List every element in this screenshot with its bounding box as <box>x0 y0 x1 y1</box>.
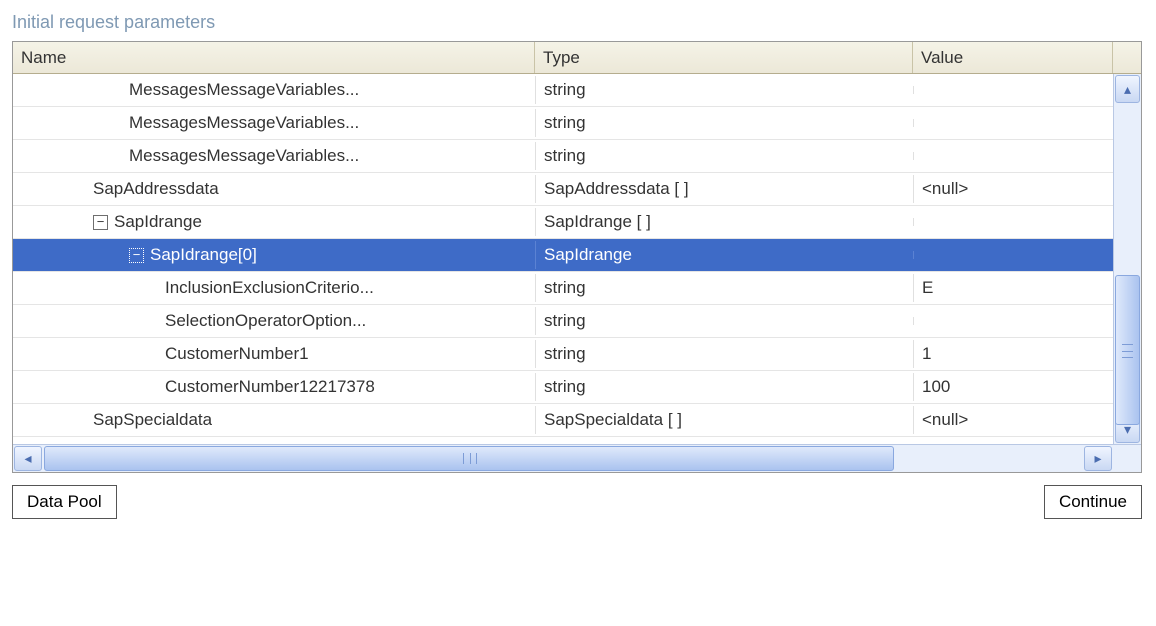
tree-expander-icon[interactable]: − <box>93 215 108 230</box>
vertical-scrollbar[interactable]: ▴ ▾ <box>1113 74 1141 444</box>
panel-title: Initial request parameters <box>12 12 1144 33</box>
horizontal-scrollbar[interactable]: ◂ ▸ <box>13 444 1141 472</box>
cell-type: SapAddressdata [ ] <box>535 175 913 203</box>
row-name-label: MessagesMessageVariables... <box>129 80 359 100</box>
table-row[interactable]: SapAddressdata SapAddressdata [ ]<null> <box>13 173 1113 206</box>
hscroll-thumb[interactable] <box>44 446 894 471</box>
cell-value[interactable]: 1 <box>913 340 1113 368</box>
cell-type: string <box>535 307 913 335</box>
row-name-label: SapAddressdata <box>93 179 219 199</box>
table-row[interactable]: InclusionExclusionCriterio... stringE <box>13 272 1113 305</box>
cell-type: SapIdrange <box>535 241 913 269</box>
cell-type: string <box>535 109 913 137</box>
cell-type: SapSpecialdata [ ] <box>535 406 913 434</box>
cell-name[interactable]: SapAddressdata <box>13 175 535 203</box>
cell-name[interactable]: SelectionOperatorOption... <box>13 307 535 335</box>
table-row[interactable]: −SapIdrangeSapIdrange [ ] <box>13 206 1113 239</box>
cell-name[interactable]: CustomerNumber12217378 <box>13 373 535 401</box>
row-name-label: SapSpecialdata <box>93 410 212 430</box>
cell-value[interactable] <box>913 218 1113 226</box>
scroll-up-arrow-icon[interactable]: ▴ <box>1115 75 1140 103</box>
scroll-right-arrow-icon[interactable]: ▸ <box>1084 446 1112 471</box>
row-name-label: InclusionExclusionCriterio... <box>165 278 374 298</box>
table-row[interactable]: SelectionOperatorOption... string <box>13 305 1113 338</box>
scroll-track[interactable] <box>1115 105 1140 413</box>
row-name-label: MessagesMessageVariables... <box>129 113 359 133</box>
tree-expander-icon[interactable]: − <box>129 248 144 263</box>
cell-value[interactable]: <null> <box>913 175 1113 203</box>
cell-name[interactable]: −SapIdrange <box>13 208 535 236</box>
cell-name[interactable]: SapSpecialdata <box>13 406 535 434</box>
cell-value[interactable] <box>913 86 1113 94</box>
cell-name[interactable]: CustomerNumber1 <box>13 340 535 368</box>
cell-value[interactable] <box>913 119 1113 127</box>
table-row[interactable]: −SapIdrange[0]SapIdrange <box>13 239 1113 272</box>
column-header-type[interactable]: Type <box>535 42 913 73</box>
cell-type: string <box>535 76 913 104</box>
table-row[interactable]: CustomerNumber12217378 string100 <box>13 371 1113 404</box>
cell-value[interactable] <box>913 152 1113 160</box>
cell-type: string <box>535 340 913 368</box>
cell-type: string <box>535 142 913 170</box>
scroll-left-arrow-icon[interactable]: ◂ <box>14 446 42 471</box>
cell-type: string <box>535 274 913 302</box>
cell-name[interactable]: MessagesMessageVariables... <box>13 109 535 137</box>
cell-value[interactable] <box>913 251 1113 259</box>
continue-button[interactable]: Continue <box>1044 485 1142 519</box>
parameters-table: Name Type Value MessagesMessageVariables… <box>12 41 1142 473</box>
column-header-value[interactable]: Value <box>913 42 1113 73</box>
table-header: Name Type Value <box>13 42 1141 74</box>
table-row[interactable]: MessagesMessageVariables... string <box>13 74 1113 107</box>
cell-type: string <box>535 373 913 401</box>
table-row[interactable]: MessagesMessageVariables... string <box>13 107 1113 140</box>
cell-value[interactable] <box>913 317 1113 325</box>
row-name-label: CustomerNumber1 <box>165 344 309 364</box>
cell-value[interactable]: E <box>913 274 1113 302</box>
cell-name[interactable]: −SapIdrange[0] <box>13 241 535 269</box>
cell-name[interactable]: MessagesMessageVariables... <box>13 142 535 170</box>
cell-name[interactable]: InclusionExclusionCriterio... <box>13 274 535 302</box>
row-name-label: CustomerNumber12217378 <box>165 377 375 397</box>
column-header-name[interactable]: Name <box>13 42 535 73</box>
table-body: MessagesMessageVariables...stringMessage… <box>13 74 1113 444</box>
button-bar: Data Pool Continue <box>12 485 1142 519</box>
row-name-label: MessagesMessageVariables... <box>129 146 359 166</box>
cell-type: SapIdrange [ ] <box>535 208 913 236</box>
scroll-thumb[interactable] <box>1115 275 1140 425</box>
hscroll-track[interactable] <box>44 446 1082 471</box>
cell-value[interactable]: 100 <box>913 373 1113 401</box>
table-row[interactable]: MessagesMessageVariables... string <box>13 140 1113 173</box>
table-row[interactable]: CustomerNumber1 string1 <box>13 338 1113 371</box>
cell-value[interactable]: <null> <box>913 406 1113 434</box>
table-row[interactable]: SapSpecialdata SapSpecialdata [ ]<null> <box>13 404 1113 437</box>
scrollbar-corner <box>1113 445 1141 472</box>
cell-name[interactable]: MessagesMessageVariables... <box>13 76 535 104</box>
row-name-label: SelectionOperatorOption... <box>165 311 366 331</box>
data-pool-button[interactable]: Data Pool <box>12 485 117 519</box>
row-name-label: SapIdrange[0] <box>150 245 257 265</box>
row-name-label: SapIdrange <box>114 212 202 232</box>
